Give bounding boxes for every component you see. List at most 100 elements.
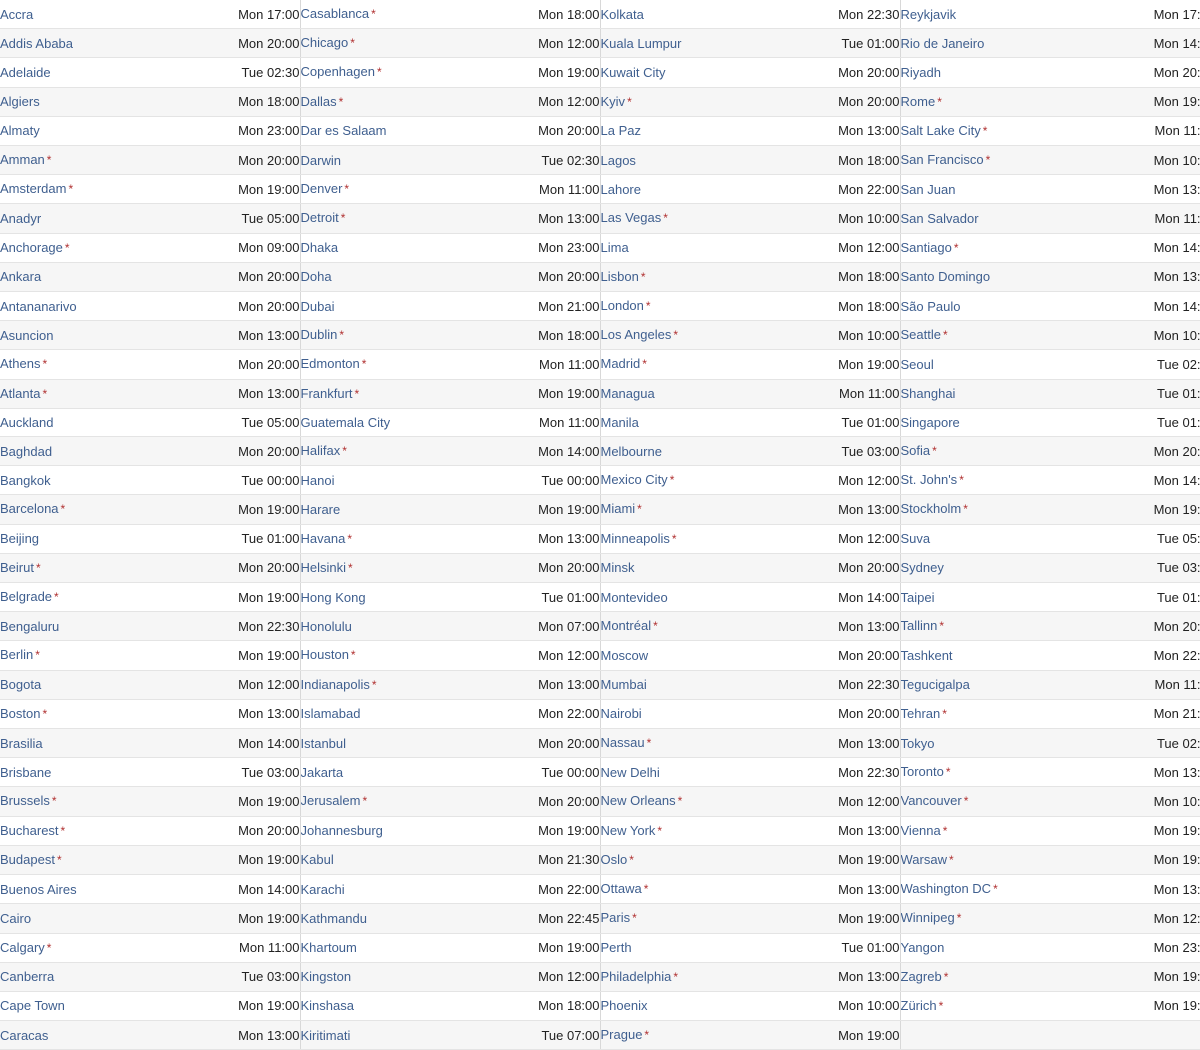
city-cell[interactable]: Khartoum — [300, 933, 472, 963]
city-link[interactable]: Kuwait City — [601, 65, 666, 80]
city-cell[interactable]: Riyadh — [900, 57, 1080, 88]
city-link[interactable]: Istanbul — [301, 736, 347, 751]
city-cell[interactable]: Vancouver * — [900, 786, 1080, 817]
city-cell[interactable]: Reykjavik — [900, 0, 1080, 30]
city-cell[interactable]: Dublin * — [300, 320, 472, 351]
city-cell[interactable]: Nassau * — [600, 728, 772, 759]
city-cell[interactable]: Lahore — [600, 174, 772, 205]
city-cell[interactable]: Dallas * — [300, 87, 472, 117]
city-link[interactable]: Johannesburg — [301, 823, 383, 838]
city-cell[interactable]: Kingston — [300, 962, 472, 992]
city-link[interactable]: Winnipeg — [901, 910, 955, 925]
city-link[interactable]: Tashkent — [901, 648, 953, 663]
city-cell[interactable]: Toronto * — [900, 757, 1080, 788]
city-link[interactable]: Havana — [301, 531, 346, 546]
city-cell[interactable]: Dar es Salaam — [300, 116, 472, 147]
city-cell[interactable]: Denver * — [300, 174, 472, 205]
city-link[interactable]: Los Angeles — [601, 327, 672, 342]
city-cell[interactable]: Karachi — [300, 874, 472, 905]
city-cell[interactable]: Kiritimati — [300, 1020, 472, 1050]
city-link[interactable]: Amman — [0, 152, 45, 167]
city-link[interactable]: Budapest — [0, 852, 55, 867]
city-link[interactable]: Mexico City — [601, 472, 668, 487]
city-cell[interactable]: Casablanca * — [300, 0, 472, 30]
city-link[interactable]: Edmonton — [301, 356, 360, 371]
city-link[interactable]: Prague — [601, 1027, 643, 1042]
city-cell[interactable]: San Francisco * — [900, 145, 1080, 176]
city-cell[interactable]: Beijing — [0, 524, 172, 554]
city-cell[interactable]: Oslo * — [600, 845, 772, 876]
city-link[interactable]: Islamabad — [301, 706, 361, 721]
city-link[interactable]: Anchorage — [0, 240, 63, 255]
city-cell[interactable]: Santo Domingo — [900, 262, 1080, 293]
city-cell[interactable]: Detroit * — [300, 203, 472, 234]
city-cell[interactable]: Bucharest * — [0, 816, 172, 846]
city-link[interactable]: Managua — [601, 386, 655, 401]
city-cell[interactable]: London * — [600, 291, 772, 322]
city-link[interactable]: Bucharest — [0, 823, 59, 838]
city-link[interactable]: Cape Town — [0, 998, 65, 1013]
city-link[interactable]: Madrid — [601, 356, 641, 371]
city-link[interactable]: Antananarivo — [0, 299, 77, 314]
city-link[interactable]: Lisbon — [601, 269, 639, 284]
city-cell[interactable]: Adelaide — [0, 57, 172, 88]
city-link[interactable]: Harare — [301, 502, 341, 517]
city-cell[interactable]: Rio de Janeiro — [900, 28, 1080, 59]
city-link[interactable]: London — [601, 298, 644, 313]
city-cell[interactable]: Jerusalem * — [300, 786, 472, 817]
city-cell[interactable]: Amman * — [0, 145, 172, 176]
city-cell[interactable]: Salt Lake City * — [900, 116, 1080, 147]
city-link[interactable]: Yangon — [901, 940, 945, 955]
city-link[interactable]: Brisbane — [0, 765, 51, 780]
city-link[interactable]: Mumbai — [601, 677, 647, 692]
city-link[interactable]: Cairo — [0, 911, 31, 926]
city-link[interactable]: Lima — [601, 240, 629, 255]
city-link[interactable]: Melbourne — [601, 444, 662, 459]
city-cell[interactable]: Houston * — [300, 640, 472, 671]
city-link[interactable]: La Paz — [601, 123, 641, 138]
city-cell[interactable]: Auckland — [0, 408, 172, 438]
city-link[interactable]: Toronto — [901, 764, 944, 779]
city-cell[interactable]: Brussels * — [0, 786, 172, 817]
city-link[interactable]: Algiers — [0, 94, 40, 109]
city-cell[interactable]: Guatemala City — [300, 408, 472, 438]
city-cell[interactable]: Suva — [900, 524, 1080, 554]
city-link[interactable]: Adelaide — [0, 65, 51, 80]
city-cell[interactable]: Tokyo — [900, 728, 1080, 759]
city-link[interactable]: Dhaka — [301, 240, 339, 255]
city-link[interactable]: Brasilia — [0, 736, 43, 751]
city-link[interactable]: Santo Domingo — [901, 269, 991, 284]
city-cell[interactable]: Perth — [600, 933, 772, 963]
city-cell[interactable]: Minsk — [600, 553, 772, 584]
city-link[interactable]: Rome — [901, 94, 936, 109]
city-link[interactable]: Vienna — [901, 823, 941, 838]
city-cell[interactable]: Madrid * — [600, 349, 772, 380]
city-cell[interactable]: Bangkok — [0, 465, 172, 496]
city-link[interactable]: Shanghai — [901, 386, 956, 401]
city-cell[interactable]: Boston * — [0, 699, 172, 730]
city-link[interactable]: Kingston — [301, 969, 352, 984]
city-cell[interactable]: Mexico City * — [600, 465, 772, 496]
city-link[interactable]: Beirut — [0, 560, 34, 575]
city-link[interactable]: Paris — [601, 910, 631, 925]
city-link[interactable]: Dar es Salaam — [301, 123, 387, 138]
city-link[interactable]: Nairobi — [601, 706, 642, 721]
city-cell[interactable]: Kuwait City — [600, 57, 772, 88]
city-link[interactable]: Guatemala City — [301, 415, 391, 430]
city-cell[interactable]: Sydney — [900, 553, 1080, 584]
city-cell[interactable]: Winnipeg * — [900, 903, 1080, 934]
city-link[interactable]: Kinshasa — [301, 998, 354, 1013]
city-cell[interactable]: Minneapolis * — [600, 524, 772, 554]
city-cell[interactable]: Calgary * — [0, 933, 172, 963]
city-cell[interactable]: Anadyr — [0, 203, 172, 234]
city-cell[interactable]: Manila — [600, 408, 772, 438]
city-cell[interactable]: Doha — [300, 262, 472, 293]
city-link[interactable]: Canberra — [0, 969, 54, 984]
city-cell[interactable]: Chicago * — [300, 28, 472, 59]
city-cell[interactable]: Hanoi — [300, 465, 472, 496]
city-cell[interactable]: Mumbai — [600, 670, 772, 700]
city-cell[interactable]: Harare — [300, 494, 472, 525]
city-cell[interactable]: Paris * — [600, 903, 772, 934]
city-cell[interactable]: Taipei — [900, 582, 1080, 613]
city-link[interactable]: Dallas — [301, 94, 337, 109]
